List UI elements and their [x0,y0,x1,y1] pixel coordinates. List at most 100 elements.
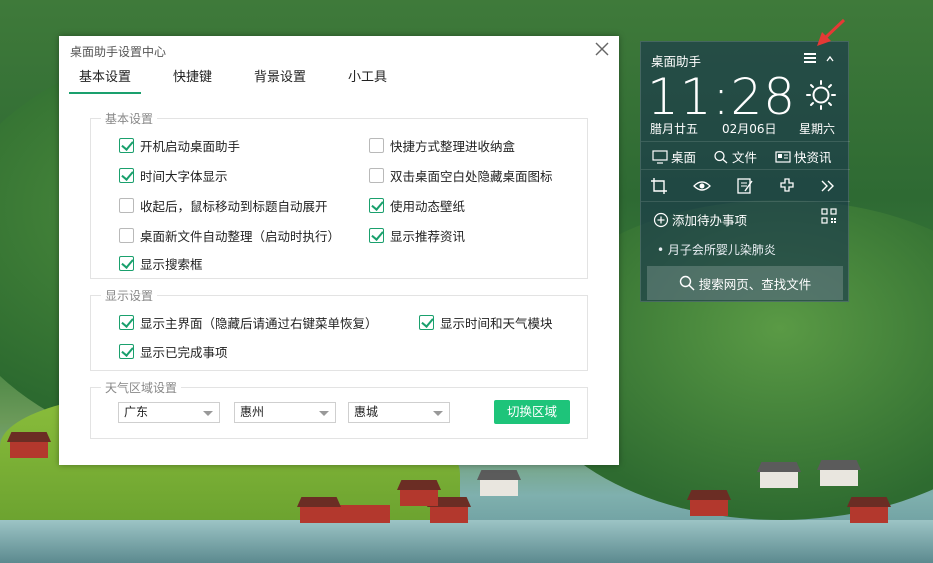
checkbox-label: 显示主界面（隐藏后请通过右键菜单恢复） [140,316,378,331]
wallpaper-house [760,470,798,488]
search-icon [679,275,695,291]
checkbox-auto-expand[interactable]: 收起后，鼠标移动到标题自动展开 [119,196,328,215]
group-legend: 基本设置 [101,110,158,127]
checkbox-dblclick-hide[interactable]: 双击桌面空白处隐藏桌面图标 [369,166,553,185]
checkbox-box[interactable] [119,168,134,183]
checkbox-label: 桌面新文件自动整理（启动时执行） [140,229,341,244]
district-select[interactable]: 惠城 [348,402,450,423]
settings-dialog: 桌面助手设置中心 基本设置 快捷键 背景设置 小工具 基本设置 开机启动桌面助手… [59,36,619,465]
wallpaper-house [480,478,518,496]
search-icon [714,150,728,163]
menu-icon[interactable] [804,53,816,63]
desktop-link[interactable]: 桌面 [652,147,696,166]
tab-basic-settings[interactable]: 基本设置 [69,68,142,94]
eye-icon[interactable] [693,177,711,195]
quick-news-link[interactable]: 快资讯 [775,147,832,166]
qr-code-icon[interactable] [821,208,837,224]
quick-news-label: 快资讯 [794,150,832,165]
solar-date: 02月06日 [722,122,777,136]
city-select[interactable]: 惠州 [234,402,336,423]
checkbox-box[interactable] [119,315,134,330]
checkbox-box[interactable] [369,228,384,243]
tab-background[interactable]: 背景设置 [244,68,316,94]
district-select-value: 惠城 [354,405,379,419]
divider [641,169,850,170]
checkbox-large-time[interactable]: 时间大字体显示 [119,166,228,185]
chevron-up-icon[interactable] [825,54,835,64]
wallpaper-house [850,505,888,523]
add-todo-button[interactable]: 添加待办事项 [653,210,747,229]
desktop-link-label: 桌面 [671,150,697,165]
checkbox-label: 显示时间和天气模块 [440,316,553,331]
checkbox-label: 开机启动桌面助手 [140,139,241,154]
checkbox-search-box[interactable]: 显示搜索框 [119,254,203,273]
lunar-date: 腊月廿五 [650,122,699,136]
checkbox-box[interactable] [419,315,434,330]
clock-time: 11:28 [647,68,797,126]
file-link[interactable]: 文件 [713,147,757,166]
news-icon [775,150,791,163]
news-item-text: 月子会所婴儿染肺炎 [667,243,776,257]
province-select-value: 广东 [124,405,149,419]
group-legend: 显示设置 [101,287,158,304]
checkbox-box[interactable] [119,256,134,271]
basic-settings-group: 基本设置 开机启动桌面助手 快捷方式整理进收纳盒 时间大字体显示 双击桌面空白处… [90,110,588,279]
checkbox-label: 显示搜索框 [140,257,203,272]
checkbox-label: 显示推荐资讯 [390,229,466,244]
display-settings-group: 显示设置 显示主界面（隐藏后请通过右键菜单恢复） 显示时间和天气模块 显示已完成… [90,287,588,371]
plugin-icon[interactable] [778,177,796,195]
chevron-down-icon [319,411,329,416]
file-link-label: 文件 [732,150,758,165]
tab-tools[interactable]: 小工具 [338,68,397,94]
divider [641,201,850,202]
sun-icon [806,80,836,110]
checkbox-box[interactable] [119,198,134,213]
checkbox-autostart[interactable]: 开机启动桌面助手 [119,136,240,155]
tab-shortcuts[interactable]: 快捷键 [163,68,222,94]
crop-icon[interactable] [650,177,668,195]
checkbox-label: 收起后，鼠标移动到标题自动展开 [140,199,328,214]
group-legend: 天气区域设置 [101,379,182,396]
edit-icon[interactable] [736,177,754,195]
weekday: 星期六 [799,122,836,136]
monitor-icon [652,149,668,164]
wallpaper-house [430,505,468,523]
checkbox-show-main[interactable]: 显示主界面（隐藏后请通过右键菜单恢复） [119,313,378,332]
checkbox-box[interactable] [119,138,134,153]
checkbox-box[interactable] [369,198,384,213]
checkbox-completed-items[interactable]: 显示已完成事项 [119,342,228,361]
checkbox-dynamic-wallpaper[interactable]: 使用动态壁纸 [369,196,465,215]
checkbox-label: 双击桌面空白处隐藏桌面图标 [390,169,553,184]
switch-region-button[interactable]: 切换区域 [494,400,570,424]
chevron-down-icon [203,411,213,416]
search-bar-label: 搜索网页、查找文件 [698,276,812,292]
tab-bar: 基本设置 快捷键 背景设置 小工具 [69,68,419,94]
checkbox-auto-organize[interactable]: 桌面新文件自动整理（启动时执行） [119,226,340,245]
wallpaper-house [10,440,48,458]
double-chevron-right-icon[interactable] [819,177,837,195]
red-pointer-arrow-icon [817,18,846,46]
checkbox-box[interactable] [119,228,134,243]
province-select[interactable]: 广东 [118,402,220,423]
news-item[interactable]: • 月子会所婴儿染肺炎 [657,241,776,258]
city-select-value: 惠州 [240,405,265,419]
bullet-icon: • [657,243,668,257]
dialog-title: 桌面助手设置中心 [70,45,167,59]
checkbox-box[interactable] [369,168,384,183]
checkbox-shortcut-box[interactable]: 快捷方式整理进收纳盒 [369,136,515,155]
chevron-down-icon [433,411,443,416]
wallpaper-house [400,488,438,506]
wallpaper-house [820,468,858,486]
add-circle-icon [653,212,669,227]
checkbox-box[interactable] [119,344,134,359]
checkbox-box[interactable] [369,138,384,153]
checkbox-recommended-news[interactable]: 显示推荐资讯 [369,226,465,245]
search-bar[interactable]: 搜索网页、查找文件 [647,266,843,300]
divider [641,141,850,142]
checkbox-time-weather[interactable]: 显示时间和天气模块 [419,313,553,332]
close-icon[interactable] [593,40,611,58]
checkbox-label: 时间大字体显示 [140,169,228,184]
checkbox-label: 使用动态壁纸 [390,199,466,214]
wallpaper-house [690,498,728,516]
add-todo-label: 添加待办事项 [672,213,748,228]
